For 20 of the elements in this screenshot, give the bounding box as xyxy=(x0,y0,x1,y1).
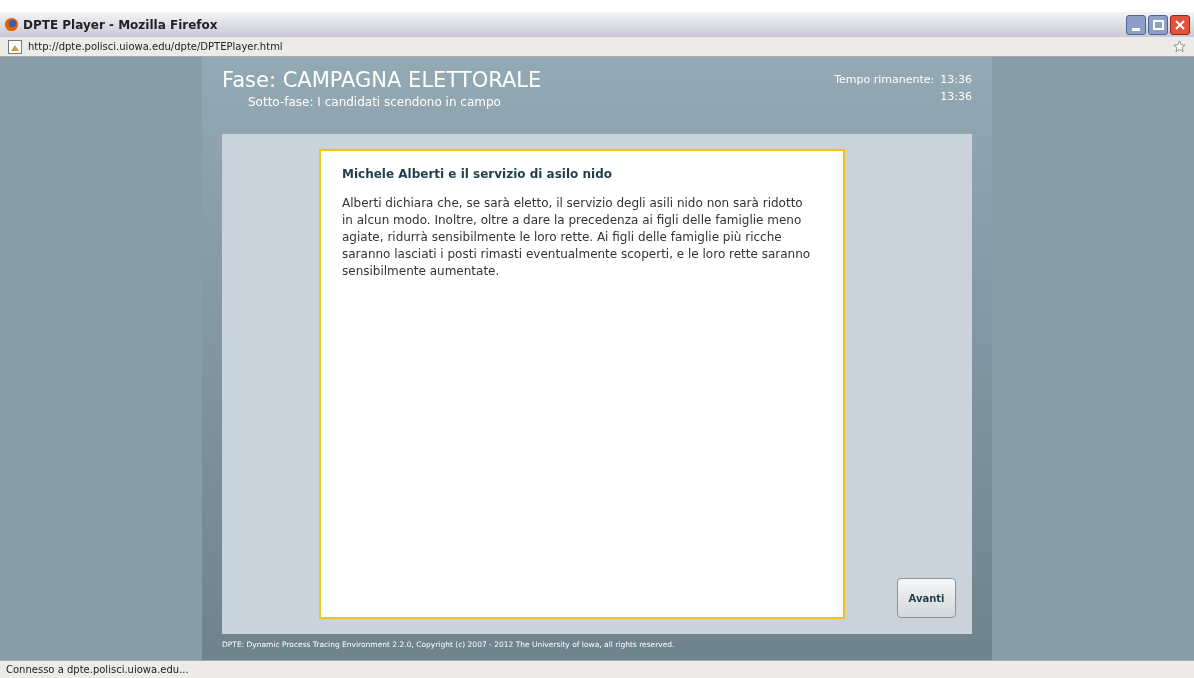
article-title: Michele Alberti e il servizio di asilo nido xyxy=(342,166,613,183)
maximize-icon xyxy=(1152,19,1164,30)
timer-value: 13:36 xyxy=(940,72,972,88)
close-icon xyxy=(1175,19,1185,30)
phase-title: Fase: CAMPAGNA ELETTORALE xyxy=(222,67,542,93)
minimize-button[interactable] xyxy=(1126,14,1146,35)
maximize-button[interactable] xyxy=(1148,14,1168,35)
browser-logo-icon xyxy=(4,17,19,32)
minimize-icon xyxy=(1132,27,1140,31)
status-text: Connesso a dpte.polisci.uiowa.edu... xyxy=(6,663,189,677)
timer-value: 13:36 xyxy=(940,88,972,105)
close-button[interactable] xyxy=(1170,14,1190,35)
window-title: DPTE Player - Mozilla Firefox xyxy=(23,16,219,34)
timer-label: Tempo rimanente: xyxy=(834,72,935,88)
star-icon[interactable] xyxy=(1173,40,1186,53)
url-text[interactable]: http://dpte.polisci.uiowa.edu/dpte/DPTEPlayer.html xyxy=(28,39,1167,54)
next-button[interactable]: Avanti xyxy=(897,578,956,618)
article-body: Alberti dichiara che, se sarà eletto, il servizio degli asili nido non sarà ridotto in alcun modo. Inoltre, oltre a dare la precedenza ai figli delle famiglie meno agiate, ridurrà sensibilmente le loro rette. Ai figli delle famiglie più ricche saranno lasciati i posti rimasti eventualmente scoperti, e le loro rette saranno sensibilmente aumentate. xyxy=(342,195,812,280)
subphase-text: Sotto-fase: I candidati scendono in campo xyxy=(248,94,502,111)
page-icon xyxy=(8,39,22,54)
